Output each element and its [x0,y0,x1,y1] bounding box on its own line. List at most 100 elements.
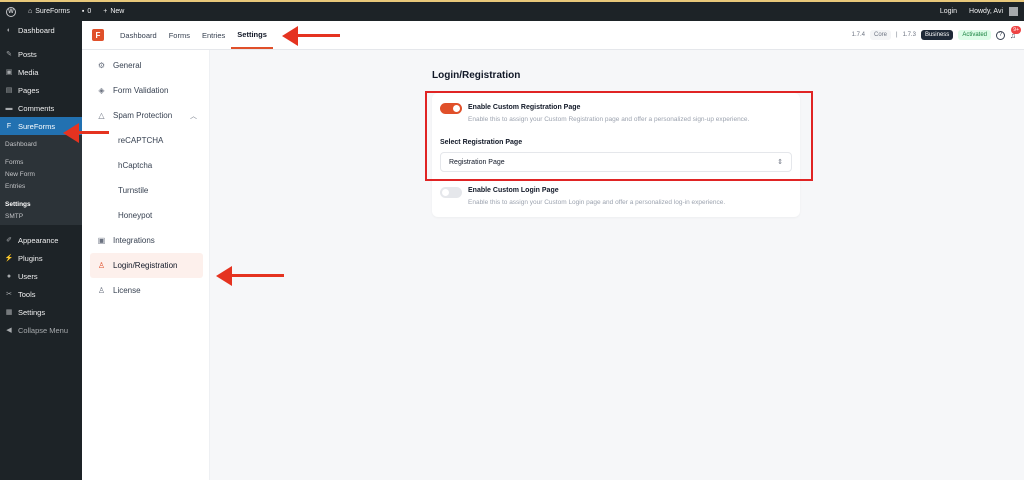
menu-label: SureForms [18,121,56,131]
page-icon: ▤ [5,87,13,94]
login-description: Enable this to assign your Custom Login … [468,199,726,206]
help-icon[interactable]: ? [996,30,1005,40]
tab-dashboard[interactable]: Dashboard [114,21,163,49]
notification-icon[interactable]: ♫ 9+ [1010,25,1021,40]
item-label: Form Validation [113,86,169,95]
arrow-settings-tab [282,26,342,46]
menu-plugins[interactable]: ⚡ Plugins [0,249,82,267]
menu-comments[interactable]: ▬ Comments [0,99,82,117]
chevron-up-icon[interactable]: ︿ [190,111,197,121]
settings-honeypot[interactable]: Honeypot [82,203,209,228]
menu-label: Dashboard [18,25,55,35]
settings-login-registration[interactable]: ♙ Login/Registration [90,253,203,278]
submenu-forms[interactable]: Forms [0,156,82,168]
sureforms-submenu: Dashboard Forms New Form Entries Setting… [0,135,82,225]
collapse-icon: ◀ [6,327,12,334]
menu-pages[interactable]: ▤ Pages [0,81,82,99]
settings-icon: ▦ [5,309,13,316]
submenu-settings[interactable]: Settings [0,198,82,210]
menu-label: Collapse Menu [18,325,69,335]
new-item[interactable]: + New [97,2,130,21]
sureforms-icon: F [6,122,12,130]
settings-form-validation[interactable]: ◈ Form Validation [82,78,209,103]
brush-icon: ✐ [6,237,12,244]
avatar [1009,7,1018,16]
pin-icon: ✎ [6,51,12,58]
wrench-icon: ✂ [6,291,12,298]
menu-tools[interactable]: ✂ Tools [0,285,82,303]
settings-turnstile[interactable]: Turnstile [82,178,209,203]
site-name: SureForms [35,8,70,15]
item-label: Turnstile [118,186,149,195]
plus-icon: + [103,8,108,15]
settings-hcaptcha[interactable]: hCaptcha [82,153,209,178]
users-icon: ● [6,272,12,280]
settings-sidebar: ⚙ General ◈ Form Validation △ Spam Protecti… [82,50,210,480]
tab-forms[interactable]: Forms [163,21,196,49]
chip-icon: ▣ [97,236,106,245]
comment-icon: ▬ [5,104,13,112]
item-label: Login/Registration [113,261,178,270]
shield-icon: ◈ [98,86,105,95]
sureforms-nav: Dashboard Forms Entries Settings [114,21,273,49]
menu-label: Plugins [18,253,43,263]
settings-license[interactable]: ♙ License [82,278,209,303]
menu-label: Appearance [18,235,59,245]
menu-users[interactable]: ● Users [0,267,82,285]
business-badge: Business [920,30,954,40]
menu-label: Tools [18,289,36,299]
tab-settings[interactable]: Settings [231,21,273,49]
dashboard-icon: ◐ [6,26,12,34]
submenu-new-form[interactable]: New Form [0,168,82,180]
media-icon: ▣ [5,69,13,76]
menu-label: Posts [18,49,37,59]
comment-bubble-icon: ▪ [81,8,85,15]
menu-label: Comments [18,103,55,113]
comments-count: 0 [87,8,92,15]
wp-admin-bar: W ⌂ SureForms ▪ 0 + New Login Howdy, Avi [0,2,1024,21]
item-label: hCaptcha [118,161,153,170]
item-label: Honeypot [118,211,153,220]
menu-posts[interactable]: ✎ Posts [0,45,82,63]
new-label: New [110,8,125,15]
menu-appearance[interactable]: ✐ Appearance [0,231,82,249]
highlight-box [425,91,813,181]
item-label: reCAPTCHA [118,136,164,145]
site-name-item[interactable]: ⌂ SureForms [22,2,76,21]
gear-icon: ⚙ [97,61,106,70]
arrow-login-registration [216,266,286,286]
item-label: Spam Protection [113,111,173,120]
menu-settings[interactable]: ▦ Settings [0,303,82,321]
settings-integrations[interactable]: ▣ Integrations [82,228,209,253]
sureforms-header: F Dashboard Forms Entries Settings 1.7.4… [82,21,1024,50]
menu-dashboard[interactable]: ◐ Dashboard [0,21,82,39]
menu-collapse[interactable]: ◀ Collapse Menu [0,321,82,339]
user-icon: ♙ [97,286,106,295]
login-link[interactable]: Login [934,2,963,21]
menu-label: Settings [18,307,46,317]
tab-entries[interactable]: Entries [196,21,231,49]
user-plus-icon: ♙ [97,261,106,270]
login-toggle[interactable] [440,187,462,198]
core-badge: Core [870,30,892,40]
menu-label: Users [18,271,38,281]
sureforms-logo[interactable]: F [92,29,104,41]
toggle-knob [442,189,449,196]
item-label: Integrations [113,236,155,245]
submenu-entries[interactable]: Entries [0,180,82,192]
settings-general[interactable]: ⚙ General [82,53,209,78]
login-label: Login [939,8,958,15]
header-right: 1.7.4 Core | 1.7.3 Business Activated ? … [852,25,1024,40]
menu-label: Media [18,67,39,77]
howdy-label: Howdy, Avi [969,8,1003,15]
submenu-smtp[interactable]: SMTP [0,210,82,222]
arrow-sureforms-menu [63,123,111,143]
plug-icon: ⚡ [4,255,14,262]
howdy-user[interactable]: Howdy, Avi [963,2,1024,21]
divider: | [896,32,898,38]
menu-media[interactable]: ▣ Media [0,63,82,81]
wp-logo-item[interactable]: W [0,2,22,21]
comments-item[interactable]: ▪ 0 [76,2,97,21]
version-pro: 1.7.3 [902,32,916,38]
wordpress-icon: W [6,6,16,17]
